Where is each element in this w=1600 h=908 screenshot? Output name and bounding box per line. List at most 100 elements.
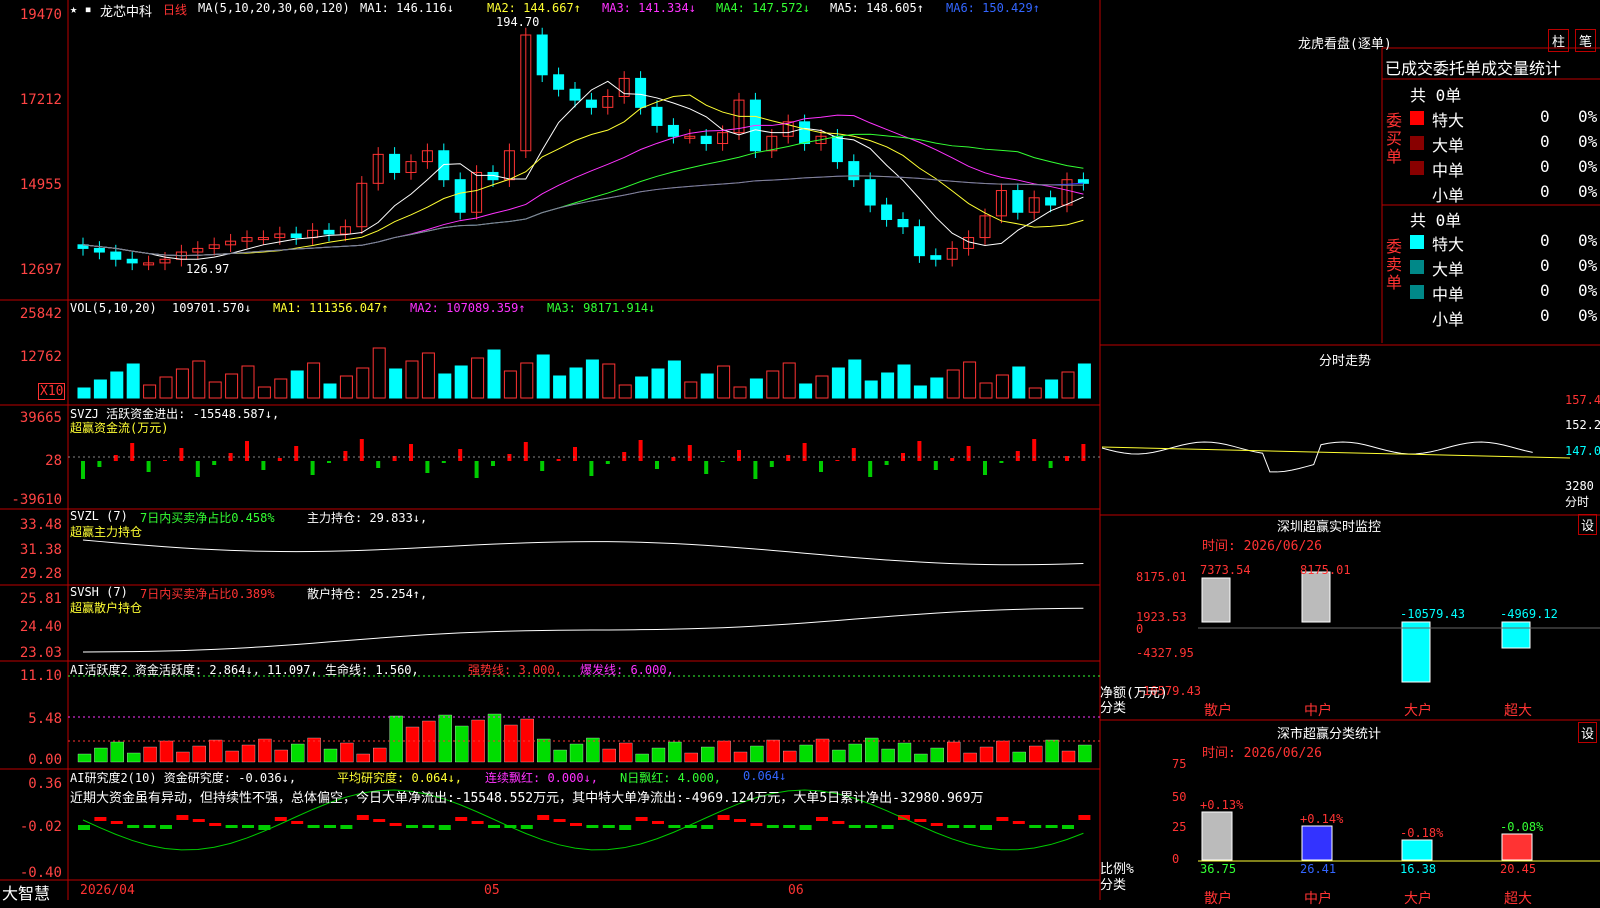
activity-bar bbox=[438, 714, 452, 763]
activity-bar bbox=[455, 725, 469, 763]
research-bar bbox=[110, 821, 123, 824]
volume-bar bbox=[93, 379, 107, 399]
fund-flow-bar bbox=[655, 461, 659, 469]
fund-flow-bar bbox=[343, 451, 348, 461]
volume-bar bbox=[979, 382, 993, 399]
candle bbox=[667, 124, 679, 137]
fund-flow-bar bbox=[638, 440, 643, 461]
research-bar bbox=[996, 817, 1009, 821]
fund-flow-bar bbox=[933, 461, 938, 470]
net-bar bbox=[1301, 571, 1331, 623]
fund-flow-bar bbox=[409, 444, 413, 461]
fund-flow-bar bbox=[195, 461, 200, 477]
activity-bar bbox=[373, 747, 387, 763]
fund-flow-bar bbox=[1048, 461, 1053, 468]
fund-flow-bar bbox=[245, 441, 249, 461]
activity-bar bbox=[340, 742, 354, 763]
activity-bar bbox=[963, 752, 977, 763]
volume-bar bbox=[143, 384, 157, 399]
volume-bar bbox=[946, 369, 960, 399]
volume-bar bbox=[356, 367, 370, 399]
category-label: 中户 bbox=[1304, 703, 1332, 719]
activity-bar bbox=[504, 724, 518, 763]
volume-bar bbox=[749, 378, 763, 399]
candle bbox=[290, 233, 302, 239]
research-bar bbox=[1045, 825, 1058, 828]
volume-bar bbox=[454, 365, 468, 399]
volume-bar bbox=[257, 386, 271, 399]
activity-bar bbox=[865, 737, 879, 763]
ma-line bbox=[82, 133, 1084, 257]
research-bar bbox=[881, 825, 894, 829]
fund-flow-bar bbox=[753, 461, 758, 479]
fund-flow-bar bbox=[425, 461, 430, 473]
activity-bar bbox=[274, 749, 288, 763]
activity-bar bbox=[1078, 744, 1092, 763]
activity-bar bbox=[143, 746, 157, 763]
volume-bar bbox=[602, 363, 616, 399]
activity-bar bbox=[209, 739, 223, 763]
intraday-line bbox=[1101, 441, 1533, 473]
activity-bar bbox=[684, 752, 698, 763]
volume-bar bbox=[372, 347, 386, 399]
order-size-label: 中单 bbox=[1432, 161, 1465, 180]
activity-bar bbox=[176, 751, 190, 763]
ma-line bbox=[82, 175, 1084, 257]
activity-bar bbox=[1029, 745, 1043, 763]
fund-flow-bar bbox=[376, 461, 381, 468]
ratio-bar bbox=[1501, 833, 1533, 861]
volume-bar bbox=[1028, 387, 1042, 399]
research-bar bbox=[406, 825, 418, 828]
fund-flow-bar bbox=[769, 461, 774, 467]
net-bar bbox=[1401, 621, 1431, 683]
research-bar bbox=[799, 825, 812, 830]
research-bar bbox=[488, 825, 500, 828]
ratio-bar bbox=[1201, 811, 1233, 861]
stock-name[interactable]: 龙芯中科 bbox=[100, 1, 152, 20]
volume-bar bbox=[192, 360, 206, 399]
candle bbox=[454, 179, 466, 213]
fund-flow-bar bbox=[835, 460, 840, 461]
research-bar bbox=[1029, 825, 1042, 828]
fund-flow-bar bbox=[671, 457, 676, 461]
candle bbox=[881, 204, 893, 220]
activity-bar bbox=[602, 748, 616, 763]
candle bbox=[700, 135, 712, 145]
volume-bar bbox=[389, 368, 403, 399]
volume-bar bbox=[585, 359, 599, 399]
research-bar bbox=[1078, 815, 1091, 820]
candle bbox=[864, 179, 876, 206]
research-bar bbox=[307, 825, 320, 828]
activity-bar bbox=[307, 737, 321, 763]
volume-bar bbox=[1061, 371, 1075, 399]
research-bar bbox=[340, 825, 353, 829]
activity-bar bbox=[225, 750, 239, 763]
net-bar bbox=[1201, 577, 1231, 623]
category-label: 散户 bbox=[1204, 703, 1232, 719]
fund-flow-bar bbox=[179, 448, 184, 461]
activity-bar bbox=[783, 750, 797, 763]
activity-bar bbox=[996, 740, 1010, 763]
order-size-label: 大单 bbox=[1432, 136, 1465, 155]
activity-bar bbox=[717, 740, 731, 763]
volume-bar bbox=[995, 374, 1009, 399]
volume-bar bbox=[881, 372, 895, 399]
research-bar bbox=[192, 819, 205, 822]
research-bar bbox=[570, 823, 582, 826]
volume-bar bbox=[635, 376, 649, 399]
research-bar bbox=[537, 815, 550, 820]
fund-flow-bar bbox=[884, 461, 889, 465]
research-bar bbox=[898, 815, 910, 820]
volume-bar bbox=[782, 362, 796, 399]
research-bar bbox=[471, 821, 484, 824]
research-bar bbox=[963, 825, 976, 828]
activity-bar bbox=[914, 753, 928, 763]
research-bar bbox=[783, 825, 796, 828]
fund-flow-bar bbox=[786, 455, 791, 461]
ma-line bbox=[82, 114, 1084, 257]
volume-bar bbox=[175, 368, 189, 399]
volume-bar bbox=[700, 373, 714, 399]
activity-bar bbox=[487, 713, 502, 763]
fund-flow-bar bbox=[277, 458, 282, 461]
research-bar bbox=[832, 821, 845, 824]
